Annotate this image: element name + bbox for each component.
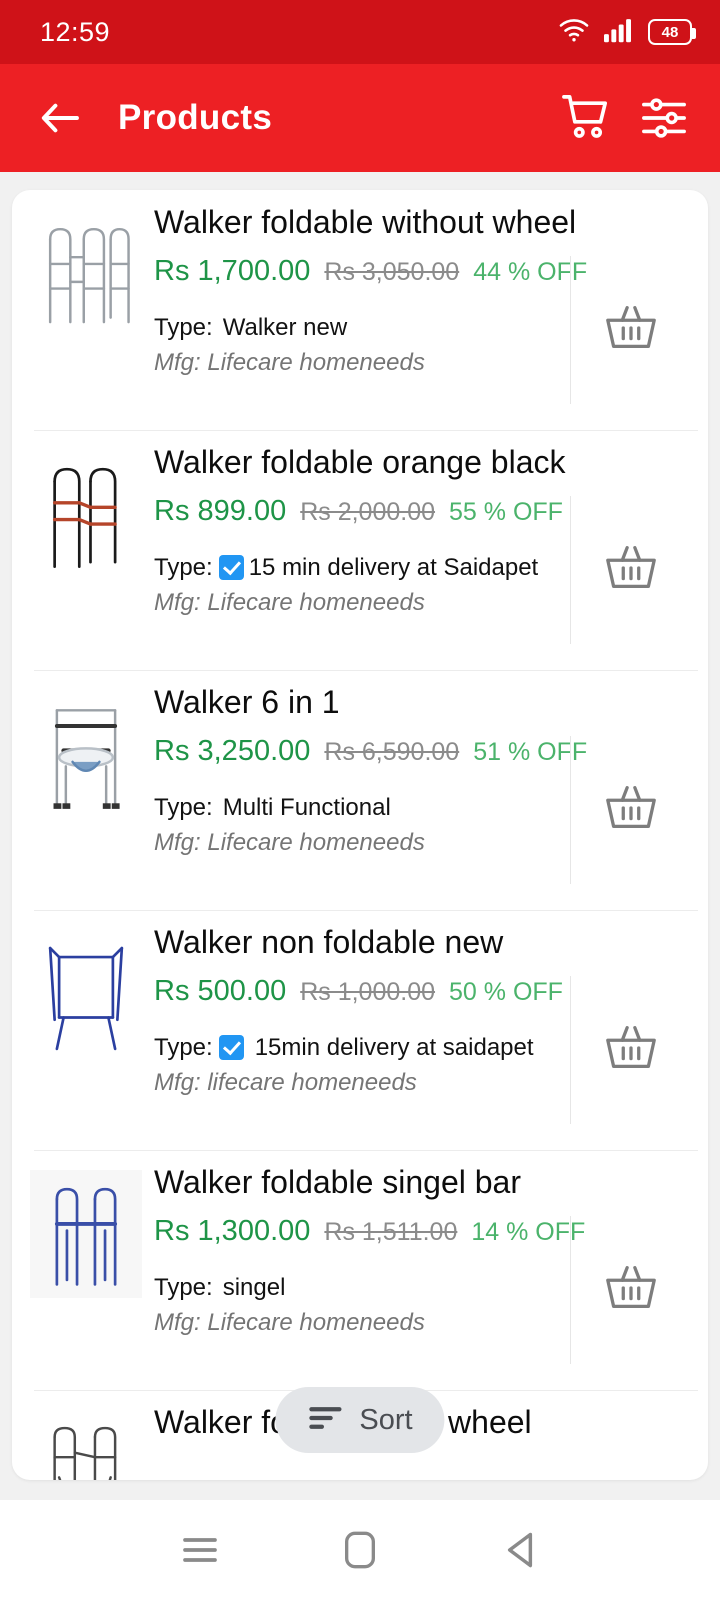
- product-meta: Type: Walker new Mfg: Lifecare homeneeds: [154, 314, 570, 377]
- basket-icon: [602, 1019, 660, 1082]
- product-manufacturer: Mfg: Lifecare homeneeds: [154, 1308, 425, 1336]
- product-type-label: Type:: [154, 1273, 213, 1301]
- product-title: Walker foldable singel bar: [154, 1164, 521, 1200]
- product-title: Walker non foldable new: [154, 924, 504, 960]
- wifi-icon: [558, 17, 590, 48]
- shopping-cart-icon[interactable]: [554, 86, 618, 150]
- product-mrp: Rs 1,000.00: [300, 977, 436, 1006]
- sort-button-label: Sort: [359, 1403, 413, 1436]
- cellular-signal-icon: [604, 17, 634, 48]
- add-to-cart-button[interactable]: [570, 1404, 690, 1480]
- product-list-item[interactable]: Walker foldable orange black Rs 899.00 R…: [12, 430, 708, 670]
- add-to-cart-button[interactable]: [570, 1216, 690, 1364]
- sort-button[interactable]: Sort: [275, 1387, 445, 1453]
- home-square-icon[interactable]: [325, 1520, 395, 1580]
- walker-non-foldable-blue-thumbnail: [30, 930, 142, 1058]
- product-info: Walker foldable without wheel Rs 1,700.0…: [142, 204, 587, 377]
- product-list-item[interactable]: Walker foldable singel bar Rs 1,300.00 R…: [12, 1150, 708, 1390]
- product-type: Type: 15 min delivery at Saidapet: [154, 554, 570, 582]
- product-manufacturer: Mfg: Lifecare homeneeds: [154, 588, 425, 616]
- status-bar: 12:59 48: [0, 0, 720, 64]
- product-title: Walker 6 in 1: [154, 684, 340, 720]
- product-discount: 50 % OFF: [449, 977, 563, 1006]
- status-bar-clock: 12:59: [40, 16, 111, 47]
- product-price-line: Rs 3,250.00 Rs 6,590.00 51 % OFF: [154, 734, 587, 768]
- product-type-value: singel: [222, 1273, 286, 1301]
- white-check-mark-icon: [218, 555, 244, 581]
- add-to-cart-button[interactable]: [570, 256, 690, 404]
- basket-icon: [602, 779, 660, 842]
- product-info: Walker 6 in 1 Rs 3,250.00 Rs 6,590.00 51…: [142, 684, 587, 857]
- product-type-label: Type:: [154, 793, 213, 821]
- product-price: Rs 899.00: [154, 494, 287, 527]
- product-list-container: Walker foldable without wheel Rs 1,700.0…: [0, 172, 720, 1480]
- android-navigation-bar: [0, 1500, 720, 1600]
- product-type-label: Type:: [154, 553, 213, 581]
- page-title: Products: [118, 98, 273, 137]
- product-list-item[interactable]: Walker foldable without wheel Rs 1,700.0…: [12, 190, 708, 430]
- product-type-label: Type:: [154, 313, 213, 341]
- product-mrp: Rs 1,511.00: [324, 1217, 458, 1246]
- product-type-value: Multi Functional: [222, 793, 391, 821]
- product-manufacturer: Mfg: Lifecare homeneeds: [154, 348, 425, 376]
- product-price-line: Rs 899.00 Rs 2,000.00 55 % OFF: [154, 495, 570, 528]
- walker-with-wheel-thumbnail: [30, 1410, 142, 1480]
- product-price-line: Rs 1,300.00 Rs 1,511.00 14 % OFF: [154, 1214, 585, 1248]
- product-title: Walker foldable without wheel: [154, 204, 577, 240]
- product-list-item[interactable]: Walker 6 in 1 Rs 3,250.00 Rs 6,590.00 51…: [12, 670, 708, 910]
- product-price: Rs 1,300.00: [154, 1214, 311, 1247]
- product-type-value: Walker new: [222, 313, 348, 341]
- product-manufacturer: Mfg: lifecare homeneeds: [154, 1068, 417, 1096]
- product-manufacturer: Mfg: Lifecare homeneeds: [154, 828, 425, 856]
- walker-foldable-grey-thumbnail: [30, 210, 142, 338]
- product-meta: Type: 15min delivery at saidapet Mfg: li…: [154, 1034, 570, 1097]
- basket-icon: [602, 1259, 660, 1322]
- basket-icon: [602, 299, 660, 362]
- product-type-value: 15 min delivery at Saidapet: [248, 553, 539, 581]
- product-meta: Type: 15 min delivery at Saidapet Mfg: L…: [154, 554, 570, 617]
- product-info: Walker foldable orange black Rs 899.00 R…: [142, 444, 570, 617]
- basket-icon: [602, 539, 660, 602]
- app-bar: Products: [0, 64, 720, 172]
- product-mrp: Rs 2,000.00: [300, 497, 436, 526]
- battery-icon: 48: [648, 19, 696, 45]
- product-list-item[interactable]: Walker non foldable new Rs 500.00 Rs 1,0…: [12, 910, 708, 1150]
- product-type: Type: singel: [154, 1274, 570, 1302]
- product-type: Type: Walker new: [154, 314, 570, 342]
- product-meta: Type: singel Mfg: Lifecare homeneeds: [154, 1274, 570, 1337]
- product-meta: Type: Multi Functional Mfg: Lifecare hom…: [154, 794, 570, 857]
- product-mrp: Rs 6,590.00: [324, 737, 460, 766]
- filter-sliders-icon[interactable]: [632, 86, 696, 150]
- product-price: Rs 1,700.00: [154, 254, 311, 287]
- sort-lines-icon: [307, 1404, 343, 1437]
- recents-menu-icon[interactable]: [165, 1520, 235, 1580]
- white-check-mark-icon: [218, 1035, 244, 1061]
- add-to-cart-button[interactable]: [570, 736, 690, 884]
- back-arrow-icon[interactable]: [34, 92, 86, 144]
- walker-orange-black-thumbnail: [30, 450, 142, 578]
- product-discount: 55 % OFF: [449, 497, 563, 526]
- product-type-value: 15min delivery at saidapet: [254, 1033, 534, 1061]
- product-info: Walker non foldable new Rs 500.00 Rs 1,0…: [142, 924, 570, 1097]
- status-bar-icons: 48: [558, 17, 696, 48]
- walker-commode-chair-thumbnail: [30, 690, 142, 818]
- product-title: Walker foldable orange black: [154, 444, 566, 480]
- product-type-label: Type:: [154, 1033, 213, 1061]
- add-to-cart-button[interactable]: [570, 976, 690, 1124]
- product-info: Walker foldable singel bar Rs 1,300.00 R…: [142, 1164, 585, 1337]
- back-triangle-icon[interactable]: [485, 1520, 555, 1580]
- walker-singel-bar-blue-thumbnail: [30, 1170, 142, 1298]
- product-discount: 14 % OFF: [471, 1217, 586, 1246]
- product-price: Rs 500.00: [154, 974, 287, 1007]
- product-mrp: Rs 3,050.00: [324, 257, 460, 286]
- product-type: Type: Multi Functional: [154, 794, 570, 822]
- product-list-card: Walker foldable without wheel Rs 1,700.0…: [12, 190, 708, 1480]
- product-price: Rs 3,250.00: [154, 734, 311, 767]
- add-to-cart-button[interactable]: [570, 496, 690, 644]
- product-price-line: Rs 1,700.00 Rs 3,050.00 44 % OFF: [154, 254, 587, 288]
- product-type: Type: 15min delivery at saidapet: [154, 1034, 570, 1062]
- product-price-line: Rs 500.00 Rs 1,000.00 50 % OFF: [154, 975, 570, 1008]
- battery-level-text: 48: [661, 23, 679, 41]
